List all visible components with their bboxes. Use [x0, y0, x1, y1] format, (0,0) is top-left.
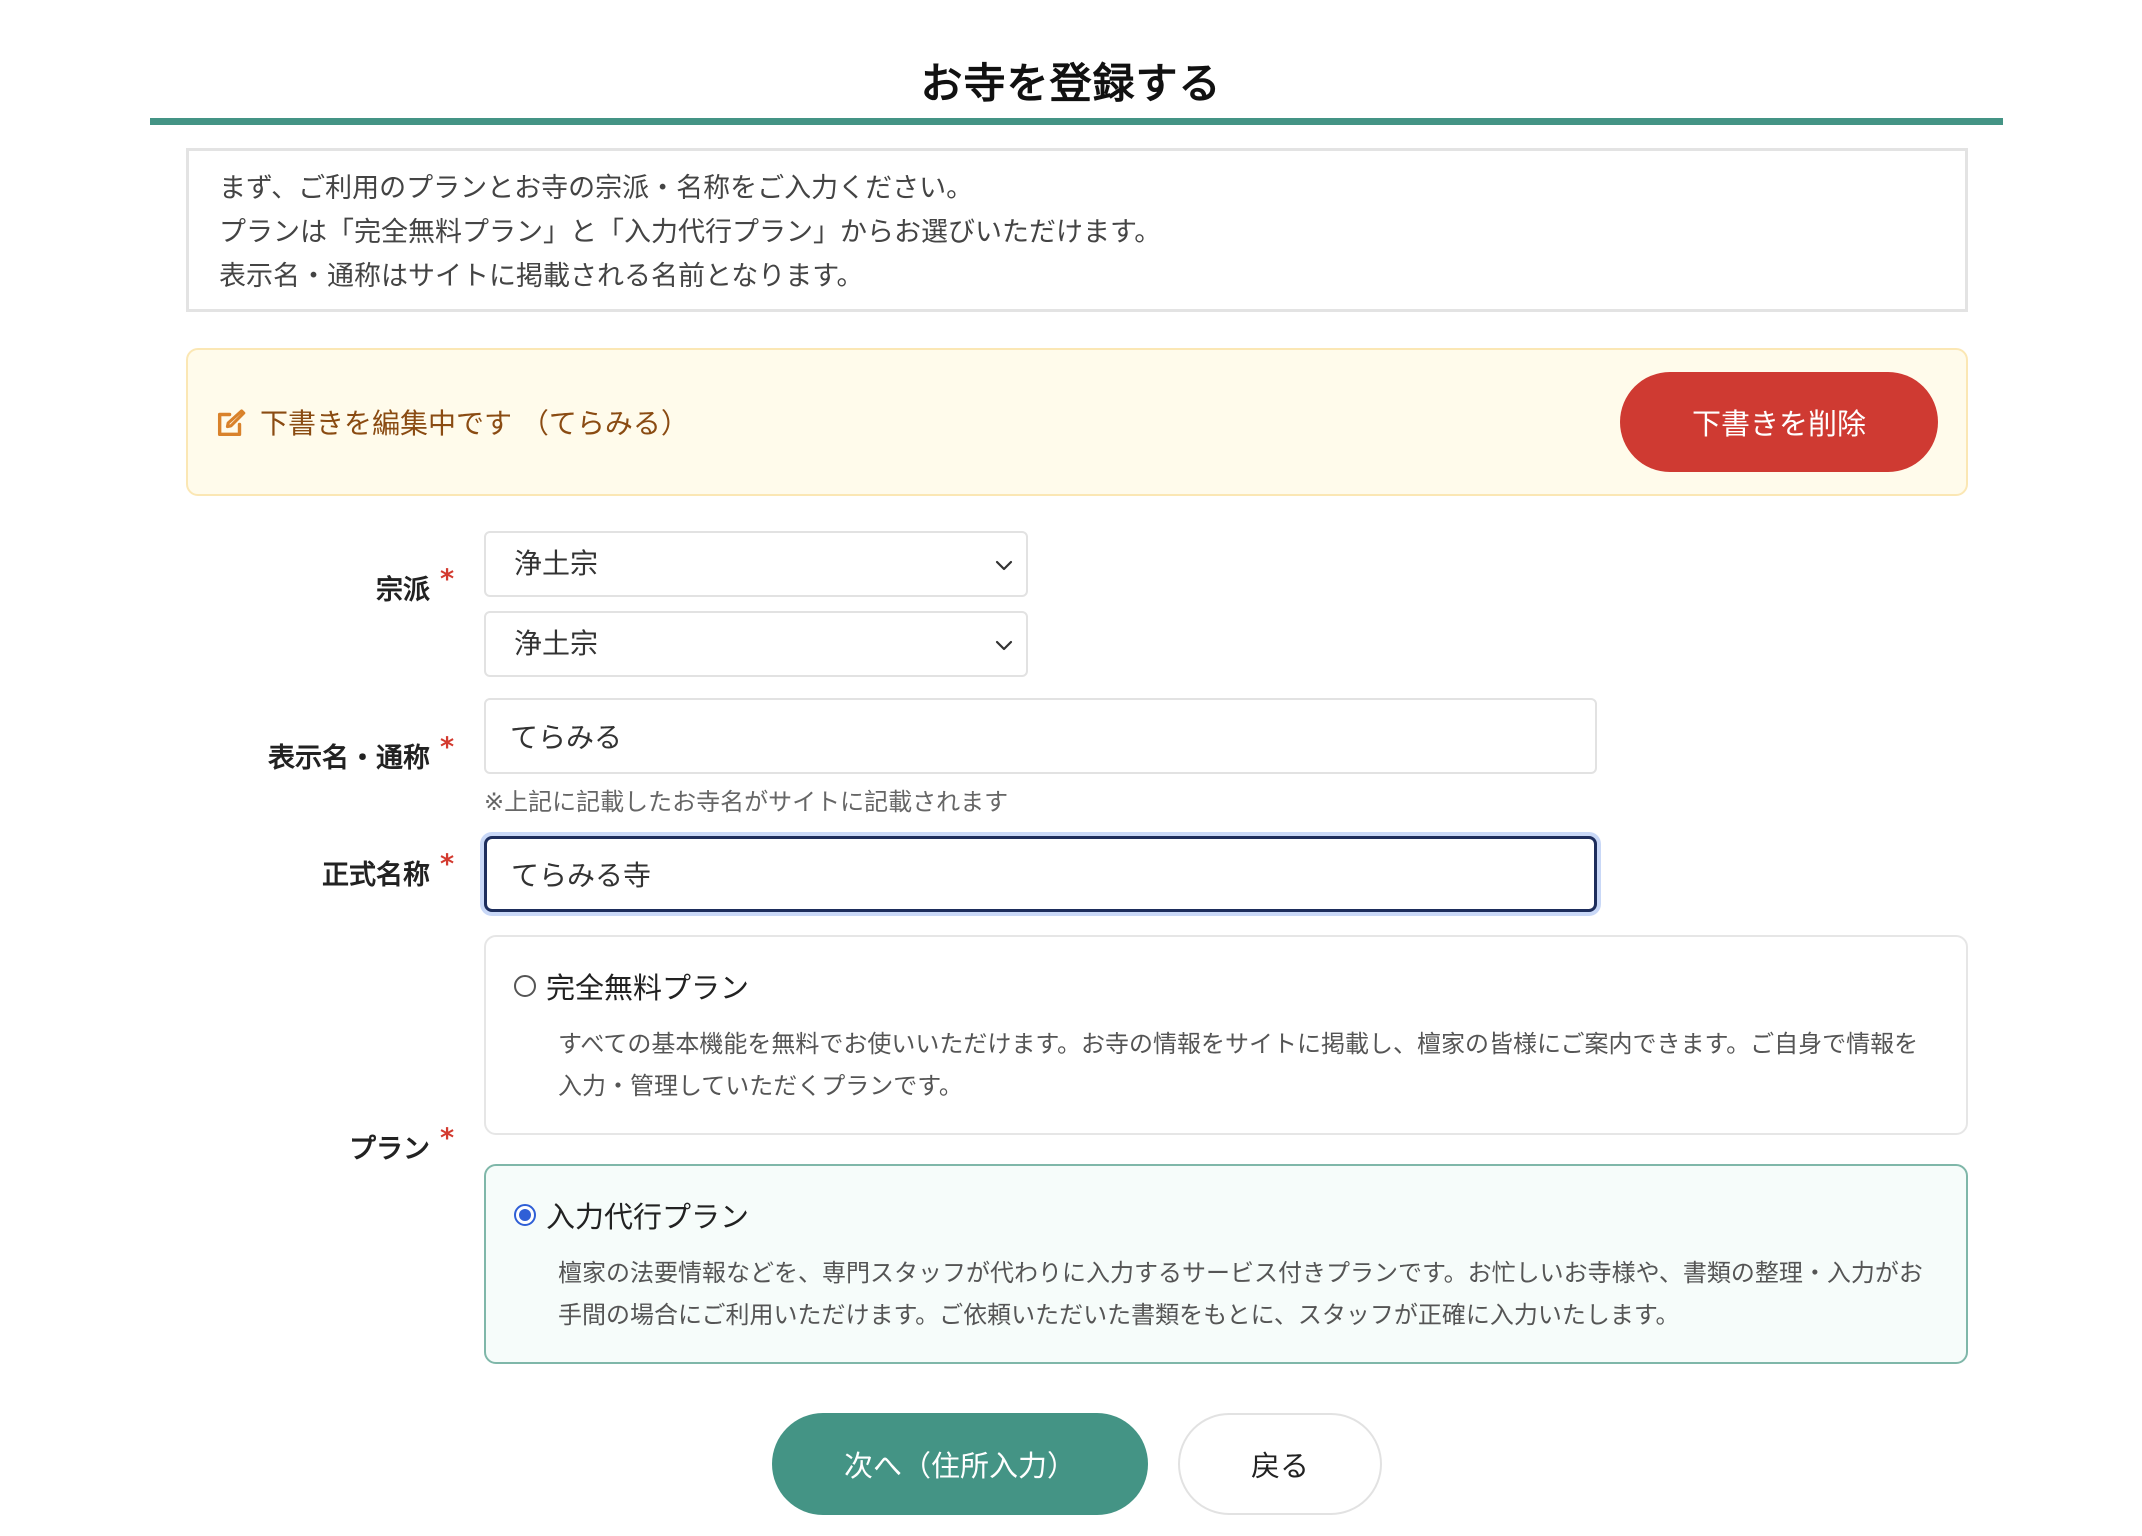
plan-option-free[interactable]: 完全無料プラン すべての基本機能を無料でお使いいただけます。お寺の情報をサイトに… [484, 935, 1968, 1135]
plan-description: すべての基本機能を無料でお使いいただけます。お寺の情報をサイトに掲載し、檀家の皆… [558, 1030, 1919, 1100]
plan-label: プラン [349, 1134, 430, 1165]
chevron-down-icon [995, 560, 1013, 571]
plan-option-input-agency[interactable]: 入力代行プラン 檀家の法要情報などを、専門スタッフが代わりに入力するサービス付き… [484, 1164, 1968, 1364]
delete-draft-button[interactable]: 下書きを削除 [1620, 372, 1938, 472]
sub-sect-select-value: 浄土宗 [514, 627, 599, 660]
edit-icon [217, 409, 246, 437]
sect-label: 宗派 [376, 575, 430, 606]
plan-description: 檀家の法要情報などを、専門スタッフが代わりに入力するサービス付きプランです。お忙… [558, 1259, 1923, 1329]
intro-box: まず、ご利用のプランとお寺の宗派・名称をご入力ください。 プランは「完全無料プラ… [186, 148, 1968, 312]
sub-sect-select[interactable]: 浄土宗 [484, 611, 1028, 677]
intro-line: まず、ご利用のプランとお寺の宗派・名称をご入力ください。 [219, 173, 974, 204]
display-name-input[interactable] [484, 698, 1597, 774]
display-name-label: 表示名・通称 [268, 743, 430, 774]
chevron-down-icon [995, 640, 1013, 651]
official-name-input[interactable] [484, 836, 1597, 912]
register-temple-page: お寺を登録する まず、ご利用のプランとお寺の宗派・名称をご入力ください。 プラン… [0, 0, 2142, 1536]
draft-banner: 下書きを編集中です （てらみる） 下書きを削除 [186, 348, 1968, 496]
next-address-button[interactable]: 次へ（住所入力） [772, 1413, 1148, 1515]
sect-select-value: 浄土宗 [514, 547, 599, 580]
required-mark: * [440, 564, 455, 595]
intro-line: 表示名・通称はサイトに掲載される名前となります。 [219, 261, 864, 292]
plan-radio-input-agency[interactable] [514, 1204, 536, 1226]
intro-line: プランは「完全無料プラン」と「入力代行プラン」からお選びいただけます。 [219, 217, 1162, 248]
sect-select[interactable]: 浄土宗 [484, 531, 1028, 597]
plan-name: 入力代行プラン [546, 1200, 750, 1234]
official-name-label: 正式名称 [322, 860, 430, 891]
draft-status-text: 下書きを編集中です （てらみる） [260, 407, 689, 440]
plan-radio-free[interactable] [514, 975, 536, 997]
title-underline [150, 118, 2003, 125]
back-button[interactable]: 戻る [1178, 1413, 1382, 1515]
required-mark: * [440, 849, 455, 880]
plan-name: 完全無料プラン [546, 971, 750, 1005]
required-mark: * [440, 732, 455, 763]
required-mark: * [440, 1123, 455, 1154]
page-title: お寺を登録する [920, 59, 1222, 108]
display-name-help: ※上記に記載したお寺名がサイトに記載されます [484, 788, 1009, 816]
